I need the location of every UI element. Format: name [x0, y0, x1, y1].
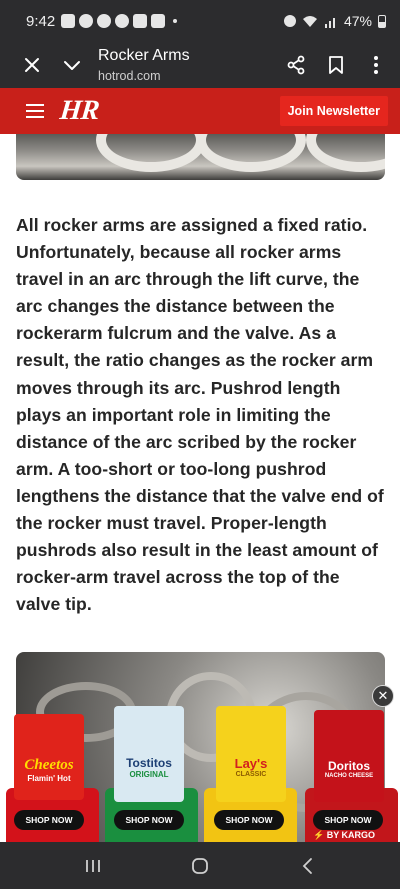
- tostitos-bag[interactable]: Tostitos ORIGINAL: [114, 706, 184, 802]
- alarm-icon: [283, 15, 296, 27]
- join-newsletter-button[interactable]: Join Newsletter: [279, 96, 388, 126]
- lays-brand: Lay's: [234, 756, 268, 771]
- more-options-icon[interactable]: [356, 45, 396, 85]
- bookmark-icon[interactable]: [316, 45, 356, 85]
- more-notifications-icon: [173, 19, 178, 23]
- notification-icon: [79, 14, 94, 28]
- browser-toolbar: Rocker Arms hotrod.com: [0, 42, 400, 88]
- notification-icons: [61, 14, 178, 28]
- notification-icon: [115, 14, 130, 28]
- wifi-icon: [302, 15, 317, 27]
- notification-icon: [97, 14, 112, 28]
- ad-attribution[interactable]: ⚡ BY KARGO: [313, 830, 375, 841]
- close-icon[interactable]: [12, 45, 52, 85]
- page-title: Rocker Arms: [98, 47, 190, 64]
- shopping-bag-icon: [151, 14, 166, 28]
- doritos-brand: Doritos: [328, 759, 370, 773]
- battery-percent: 47%: [343, 13, 372, 29]
- back-icon[interactable]: [287, 846, 327, 886]
- cheetos-brand: Cheetos: [24, 757, 74, 773]
- ad-close-button[interactable]: ✕: [372, 685, 394, 707]
- tostitos-sub: ORIGINAL: [129, 769, 169, 779]
- site-header: HR Join Newsletter: [0, 88, 400, 134]
- menu-icon[interactable]: [26, 104, 44, 118]
- status-time: 9:42: [26, 12, 56, 30]
- article-image-top: [16, 134, 385, 180]
- gallery-icon: [133, 14, 148, 28]
- lays-sub: CLASSIC: [235, 771, 267, 778]
- lays-bag[interactable]: Lay's CLASSIC: [216, 706, 286, 802]
- home-icon[interactable]: [180, 846, 220, 886]
- tostitos-brand: Tostitos: [126, 755, 172, 770]
- shop-now-button-doritos[interactable]: SHOP NOW: [313, 810, 383, 830]
- doritos-bag[interactable]: Doritos NACHO CHEESE: [314, 710, 384, 802]
- cheetos-sub: Flamin' Hot: [27, 774, 71, 783]
- shop-now-button-lays[interactable]: SHOP NOW: [214, 810, 284, 830]
- page-domain: hotrod.com: [98, 69, 161, 83]
- shop-now-button-cheetos[interactable]: SHOP NOW: [14, 810, 84, 830]
- doritos-sub: NACHO CHEESE: [324, 773, 374, 779]
- status-bar: 9:42 47%: [0, 0, 400, 42]
- recent-apps-icon[interactable]: [73, 846, 113, 886]
- signal-icon: [324, 17, 335, 28]
- notification-icon: [61, 14, 76, 28]
- shop-now-button-tostitos[interactable]: SHOP NOW: [114, 810, 184, 830]
- article-paragraph: All rocker arms are assigned a fixed rat…: [16, 215, 384, 615]
- share-icon[interactable]: [276, 45, 316, 85]
- page-title-block: Rocker Arms hotrod.com: [98, 46, 190, 84]
- battery-icon: [378, 14, 386, 28]
- chevron-down-icon[interactable]: [52, 45, 92, 85]
- system-nav-bar: [0, 842, 400, 889]
- site-logo[interactable]: HR: [58, 95, 100, 127]
- cheetos-bag[interactable]: Cheetos Flamin' Hot: [14, 714, 84, 800]
